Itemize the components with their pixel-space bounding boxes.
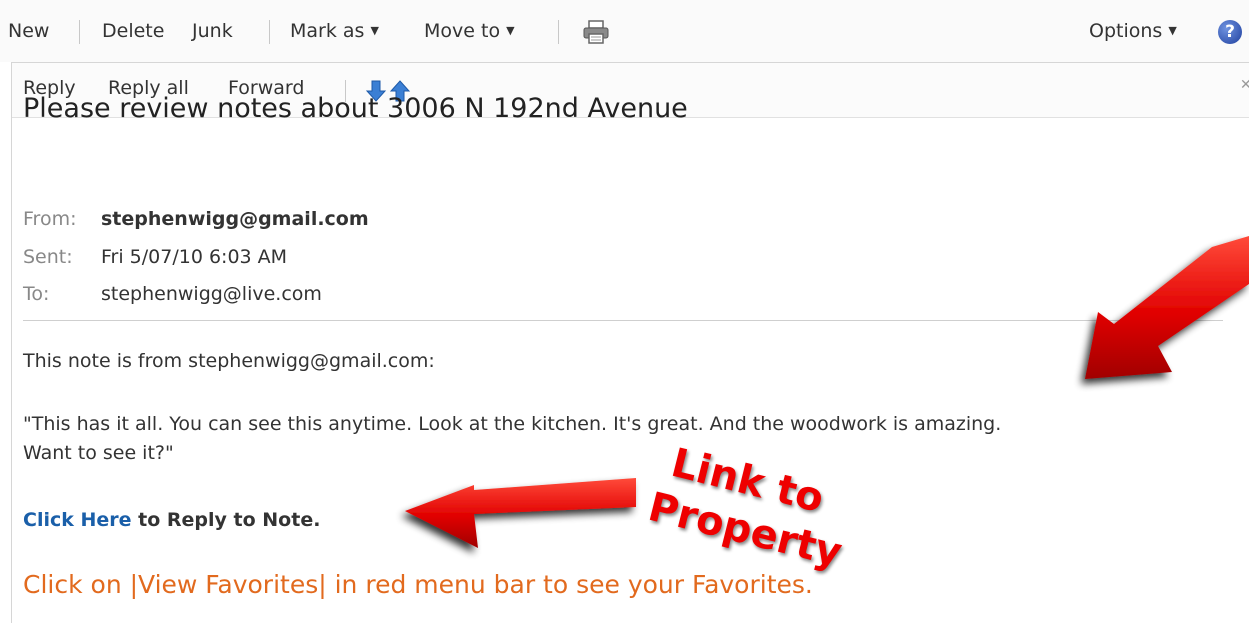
arrow-icon (1085, 236, 1249, 379)
arrow-icon (405, 478, 636, 548)
annotation-overlay (405, 236, 1249, 548)
